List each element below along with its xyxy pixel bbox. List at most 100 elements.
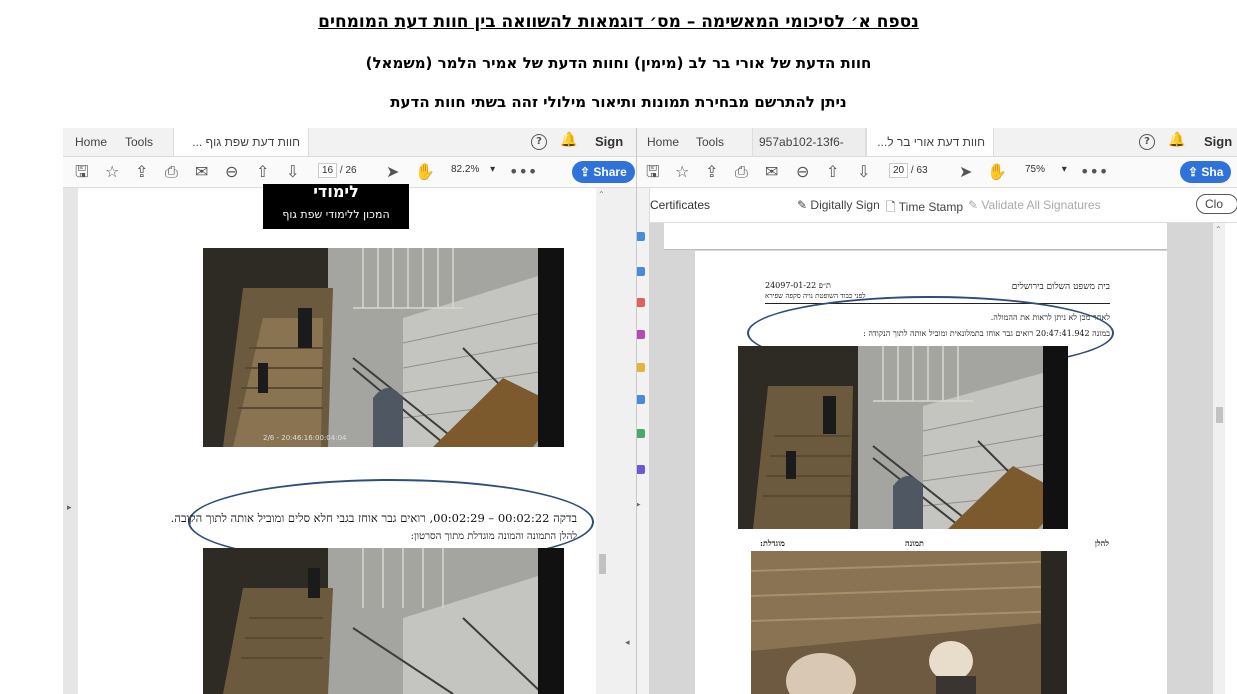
- document-note: ניתן להתרשם מבחירת תמונות ותיאור מילולי …: [390, 93, 847, 111]
- protect-icon[interactable]: [637, 429, 645, 438]
- share-button[interactable]: ⇪ Sha: [1180, 161, 1232, 183]
- certificates-label: Certificates: [650, 198, 711, 212]
- menu-home[interactable]: Home: [75, 128, 107, 156]
- zoom-out-icon[interactable]: ⊖: [225, 162, 238, 182]
- zoom-value: 82.2%: [451, 164, 480, 175]
- cctv-image-3: [738, 346, 1068, 529]
- hand-tool-icon[interactable]: ✋: [987, 162, 1007, 182]
- zoom-out-icon[interactable]: ⊖: [796, 162, 809, 182]
- caption-line-1: בדקה 00:02:22 – 00:02:29, רואים גבר אוחז…: [170, 511, 577, 525]
- enlarged-image: [751, 551, 1067, 694]
- share-button[interactable]: ⇪ Share: [572, 161, 635, 183]
- tab-title: חוות דעת שפת גוף ...: [192, 135, 300, 149]
- page-down-icon[interactable]: ⇩: [857, 162, 870, 182]
- select-cursor-icon[interactable]: ➤: [386, 162, 399, 182]
- previous-page-edge: [664, 223, 1167, 250]
- bell-icon[interactable]: 🔔: [560, 132, 577, 148]
- logo-small: לימודי: [313, 182, 359, 201]
- menu-home[interactable]: Home: [647, 128, 679, 156]
- print-icon[interactable]: ⎙: [165, 162, 178, 182]
- page-up-icon[interactable]: ⇧: [826, 162, 839, 182]
- digitally-sign-button[interactable]: ✎ Digitally Sign: [797, 198, 880, 212]
- upload-icon[interactable]: ⇪: [705, 162, 718, 182]
- validate-label: Validate All Signatures: [981, 198, 1101, 212]
- edit-icon[interactable]: [637, 267, 645, 276]
- menu-tools[interactable]: Tools: [696, 128, 724, 156]
- save-icon[interactable]: 🖫: [75, 162, 89, 182]
- more-icon[interactable]: •••: [1080, 162, 1108, 182]
- scrollbar-thumb[interactable]: [1216, 407, 1223, 423]
- zoom-value: 75%: [1025, 164, 1046, 175]
- vertical-scrollbar[interactable]: ⌃: [596, 188, 609, 694]
- expand-sidebar-icon[interactable]: ▸: [637, 500, 641, 510]
- close-label: Clo: [1205, 197, 1224, 211]
- document-tab[interactable]: חוות דעת אורי בר ל... ✕: [866, 128, 994, 177]
- bell-icon[interactable]: 🔔: [1168, 132, 1185, 148]
- fill-sign-icon[interactable]: [637, 395, 645, 404]
- upload-icon[interactable]: ⇪: [135, 162, 148, 182]
- bookmark-icon[interactable]: [637, 232, 645, 241]
- page-total: / 63: [910, 165, 928, 176]
- page-indicator: 20 / 63: [889, 163, 928, 178]
- chevron-down-icon: ▾: [490, 164, 496, 175]
- validate-signatures-button[interactable]: ✎ Validate All Signatures: [968, 198, 1101, 212]
- institute-logo: לימודי המכון ללימודי שפת גוף: [263, 184, 409, 229]
- hand-tool-icon[interactable]: ✋: [415, 162, 435, 182]
- organize-icon[interactable]: [637, 330, 645, 339]
- help-icon[interactable]: ?: [1139, 134, 1155, 150]
- tab-bar: Home Tools חוות דעת שפת גוף ... ✕ ? 🔔 Si…: [63, 128, 636, 177]
- signature-icon: ✎: [968, 198, 979, 212]
- sign-in-link[interactable]: Sign In: [595, 128, 636, 177]
- zoom-select[interactable]: 75% ▾: [1025, 164, 1067, 175]
- document-title: נספח א׳ לסיכומי המאשימה – מס׳ דוגמאות לה…: [318, 12, 919, 32]
- measure-icon[interactable]: [637, 465, 645, 474]
- scrollbar-thumb[interactable]: [599, 554, 606, 574]
- save-icon[interactable]: 🖫: [646, 162, 660, 182]
- mail-icon[interactable]: ✉: [765, 162, 778, 182]
- time-stamp-button[interactable]: 🗋 Time Stamp: [886, 198, 963, 219]
- chevron-down-icon: ▾: [1061, 164, 1067, 175]
- file-tab[interactable]: 957ab102-13f6-41...: [752, 128, 866, 177]
- tab-bar: Home Tools 957ab102-13f6-41... חוות דעת …: [637, 128, 1237, 177]
- close-button[interactable]: Clo: [1196, 194, 1237, 214]
- collapse-panel-icon[interactable]: ◂: [625, 638, 630, 648]
- image-timestamp: 2/6 - 20:46:16:00:04:04: [263, 434, 347, 442]
- vertical-scrollbar[interactable]: ⌃: [1213, 223, 1225, 694]
- left-pdf-viewer: Home Tools חוות דעת שפת גוף ... ✕ ? 🔔 Si…: [63, 128, 636, 694]
- scroll-up-icon[interactable]: ⌃: [598, 190, 605, 199]
- page-down-icon[interactable]: ⇩: [286, 162, 299, 182]
- zoom-select[interactable]: 82.2% ▾: [451, 164, 495, 175]
- scroll-up-icon[interactable]: ⌃: [1215, 225, 1222, 234]
- column-label-right: להלן: [1094, 538, 1109, 548]
- left-gutter: ▸: [63, 188, 78, 694]
- sign-in-link[interactable]: Sign: [1204, 128, 1232, 156]
- star-icon[interactable]: ☆: [105, 162, 119, 182]
- share-label: Sha: [1201, 165, 1224, 179]
- menu-tools[interactable]: Tools: [125, 128, 153, 156]
- page-total: / 26: [339, 165, 357, 176]
- share-icon: ⇪: [580, 165, 594, 179]
- select-cursor-icon[interactable]: ➤: [959, 162, 972, 182]
- share-icon: ⇪: [1188, 165, 1202, 179]
- page-number-input[interactable]: 16: [318, 163, 338, 178]
- document-subtitle: חוות הדעת של אורי בר לב (מימין) וחוות הד…: [365, 54, 872, 72]
- comment-icon[interactable]: [637, 363, 645, 372]
- certificates-bar: Certificates ✎ Digitally Sign 🗋 Time Sta…: [637, 188, 1237, 223]
- document-tab[interactable]: חוות דעת שפת גוף ... ✕: [173, 128, 309, 177]
- page-up-icon[interactable]: ⇧: [256, 162, 269, 182]
- pdf-page: בית משפט השלום בירושלים ת״פ 24097-01-22 …: [695, 251, 1167, 694]
- right-gutter: ◂: [609, 188, 636, 694]
- mail-icon[interactable]: ✉: [195, 162, 208, 182]
- cctv-image-1: 2/6 - 20:46:16:00:04:04: [203, 248, 564, 447]
- tools-sidebar: ▸: [637, 188, 650, 694]
- expand-panel-icon[interactable]: ▸: [67, 503, 72, 513]
- logo-text: המכון ללימודי שפת גוף: [282, 208, 390, 221]
- court-name: בית משפט השלום בירושלים: [1011, 282, 1110, 292]
- star-icon[interactable]: ☆: [675, 162, 689, 182]
- caption-line-2: להלן התמונה והמונה מוגדלת מתוך הסרטון:: [410, 531, 577, 542]
- help-icon[interactable]: ?: [531, 134, 547, 150]
- print-icon[interactable]: ⎙: [735, 162, 748, 182]
- more-icon[interactable]: •••: [509, 162, 537, 182]
- export-icon[interactable]: [637, 298, 645, 307]
- page-number-input[interactable]: 20: [889, 163, 909, 178]
